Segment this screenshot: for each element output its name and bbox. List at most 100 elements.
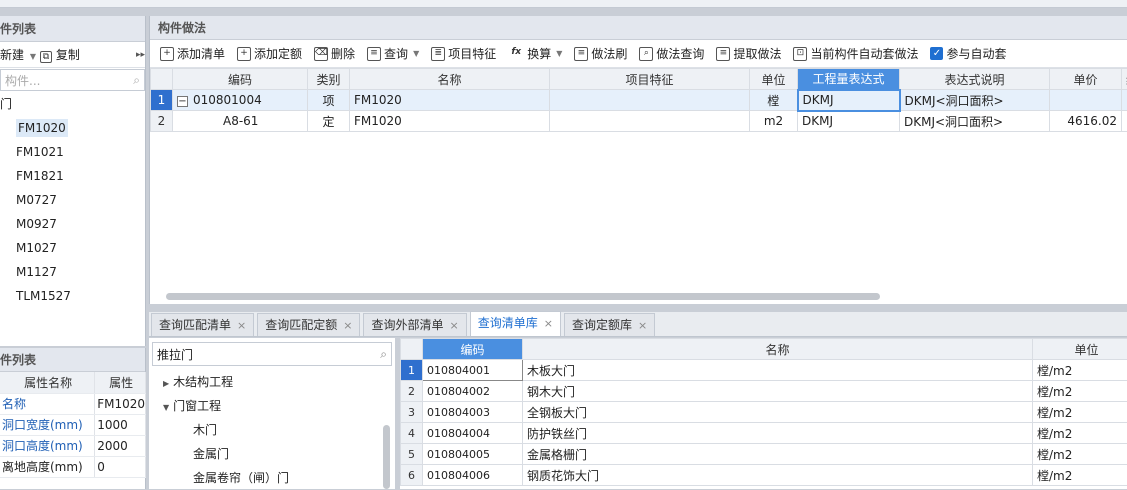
cell-unit[interactable]: 樘/m2 [1033, 444, 1127, 465]
new-button[interactable]: 新建 ▼ [0, 46, 36, 63]
table-row[interactable]: 6010804006钢质花饰大门樘/m2 [401, 465, 1127, 486]
property-value[interactable]: 0 [95, 456, 146, 477]
row-number[interactable]: 5 [401, 444, 423, 465]
lib-grid-header[interactable]: 编码 [423, 339, 523, 360]
tree-item[interactable]: TLM1527 [0, 284, 145, 308]
query-tab[interactable]: 查询清单库× [470, 311, 561, 336]
grid-header[interactable]: 工程量表达式 [798, 69, 900, 90]
grid-header[interactable]: 类别 [308, 69, 350, 90]
library-tree-item[interactable]: 金属卷帘（闸）门 [149, 466, 395, 490]
tree-item[interactable]: M0927 [0, 212, 145, 236]
component-search-input[interactable]: 构件... ⌕ [0, 69, 145, 91]
tree-item[interactable]: FM1021 [0, 140, 145, 164]
cell-name[interactable]: FM1020 [350, 90, 550, 111]
cell-code[interactable]: 010804002 [423, 381, 523, 402]
library-tree-item[interactable]: ▶木结构工程 [149, 370, 395, 394]
close-icon[interactable]: × [449, 319, 458, 332]
row-number[interactable]: 2 [151, 111, 173, 132]
tree-item[interactable]: FM1821 [0, 164, 145, 188]
cell-desc[interactable]: DKMJ<洞口面积> [900, 90, 1050, 111]
cell-code[interactable]: 010804005 [423, 444, 523, 465]
cell-code[interactable]: A8-61 [173, 111, 308, 132]
caret-down-icon[interactable]: ▼ [163, 403, 169, 412]
property-value[interactable]: 2000 [95, 435, 146, 456]
property-row[interactable]: 名称FM1020 [0, 393, 146, 414]
more-icon[interactable]: ▸▸ [136, 50, 145, 60]
grid-header[interactable]: 单价 [1050, 69, 1122, 90]
extract-button[interactable]: ≡提取做法 [710, 43, 787, 65]
grid-header[interactable]: 编码 [173, 69, 308, 90]
tree-item[interactable]: FM1020 [0, 116, 145, 140]
property-value[interactable]: 1000 [95, 414, 146, 435]
cell-name[interactable]: 金属格栅门 [523, 444, 1033, 465]
cell-code[interactable]: 010804001 [423, 360, 523, 381]
caret-right-icon[interactable]: ▶ [163, 379, 169, 388]
library-tree-item[interactable]: ▼门窗工程 [149, 394, 395, 418]
cell-unit[interactable]: 樘/m2 [1033, 402, 1127, 423]
cell-name[interactable]: 防护铁丝门 [523, 423, 1033, 444]
query-button[interactable]: ≡查询▼ [361, 43, 425, 65]
row-number[interactable]: 1 [401, 360, 423, 381]
convert-button[interactable]: fx换算▼ [502, 43, 568, 65]
cell-code[interactable]: −010801004 [173, 90, 308, 111]
cell-feature[interactable] [550, 90, 750, 111]
row-number[interactable]: 4 [401, 423, 423, 444]
cell-unit[interactable]: 樘/m2 [1033, 465, 1127, 486]
grid-header[interactable]: 综合 [1122, 69, 1127, 90]
cell-unit[interactable]: 樘 [750, 90, 798, 111]
cell-unit[interactable]: 樘/m2 [1033, 423, 1127, 444]
tree-item[interactable]: M1027 [0, 236, 145, 260]
lib-grid-header[interactable]: 名称 [523, 339, 1033, 360]
library-search-input[interactable]: 推拉门 ⌕ [152, 342, 392, 366]
tree-item[interactable]: M1127 [0, 260, 145, 284]
item-feature-button[interactable]: ≣项目特征 [425, 43, 502, 65]
add-list-button[interactable]: +添加清单 [154, 43, 231, 65]
horizontal-scrollbar[interactable] [166, 293, 880, 300]
cell-name[interactable]: 全钢板大门 [523, 402, 1033, 423]
query-tab[interactable]: 查询匹配清单× [151, 313, 254, 336]
auto-apply-checkbox[interactable]: ✓参与自动套 [924, 43, 1012, 65]
query-tab[interactable]: 查询外部清单× [363, 313, 466, 336]
cell-name[interactable]: 钢木大门 [523, 381, 1033, 402]
cell-total[interactable] [1122, 111, 1127, 132]
row-number[interactable]: 2 [401, 381, 423, 402]
cell-code[interactable]: 010804004 [423, 423, 523, 444]
grid-header[interactable]: 项目特征 [550, 69, 750, 90]
tree-item[interactable]: M0727 [0, 188, 145, 212]
cell-expr[interactable]: DKMJ [798, 111, 900, 132]
query-tab[interactable]: 查询定额库× [564, 313, 655, 336]
delete-button[interactable]: ⌫删除 [308, 43, 361, 65]
method-query-button[interactable]: ⌕做法查询 [633, 43, 710, 65]
cell-feature[interactable] [550, 111, 750, 132]
auto-apply-button[interactable]: ⊡当前构件自动套做法 [787, 43, 924, 65]
query-tab[interactable]: 查询匹配定额× [257, 313, 360, 336]
table-row[interactable]: 4010804004防护铁丝门樘/m2 [401, 423, 1127, 444]
cell-unit[interactable]: 樘/m2 [1033, 360, 1127, 381]
cell-total[interactable] [1122, 90, 1127, 111]
cell-price[interactable] [1050, 90, 1122, 111]
collapse-icon[interactable]: − [177, 96, 188, 107]
cell-type[interactable]: 定 [308, 111, 350, 132]
property-row[interactable]: 洞口高度(mm)2000 [0, 435, 146, 456]
close-icon[interactable]: × [544, 317, 553, 330]
cell-type[interactable]: 项 [308, 90, 350, 111]
cell-name[interactable]: FM1020 [350, 111, 550, 132]
table-row[interactable]: 3010804003全钢板大门樘/m2 [401, 402, 1127, 423]
table-row[interactable]: 1010804001木板大门樘/m2 [401, 360, 1127, 381]
table-row[interactable]: 2010804002钢木大门樘/m2 [401, 381, 1127, 402]
property-row[interactable]: 洞口宽度(mm)1000 [0, 414, 146, 435]
cell-expr[interactable]: DKMJ [798, 90, 900, 111]
cell-desc[interactable]: DKMJ<洞口面积> [900, 111, 1050, 132]
add-quota-button[interactable]: +添加定额 [231, 43, 308, 65]
cell-price[interactable]: 4616.02 [1050, 111, 1122, 132]
table-row[interactable]: 2A8-61定FM1020m2DKMJDKMJ<洞口面积>4616.02 [151, 111, 1127, 132]
table-row[interactable]: 1−010801004项FM1020 樘DKMJDKMJ<洞口面积> [151, 90, 1127, 111]
library-tree-item[interactable]: 木门 [149, 418, 395, 442]
row-number[interactable]: 1 [151, 90, 173, 111]
library-tree-item[interactable]: 金属门 [149, 442, 395, 466]
row-number[interactable]: 6 [401, 465, 423, 486]
grid-header[interactable]: 名称 [350, 69, 550, 90]
row-number[interactable]: 3 [401, 402, 423, 423]
cell-code[interactable]: 010804003 [423, 402, 523, 423]
property-row[interactable]: 离地高度(mm)0 [0, 456, 146, 477]
